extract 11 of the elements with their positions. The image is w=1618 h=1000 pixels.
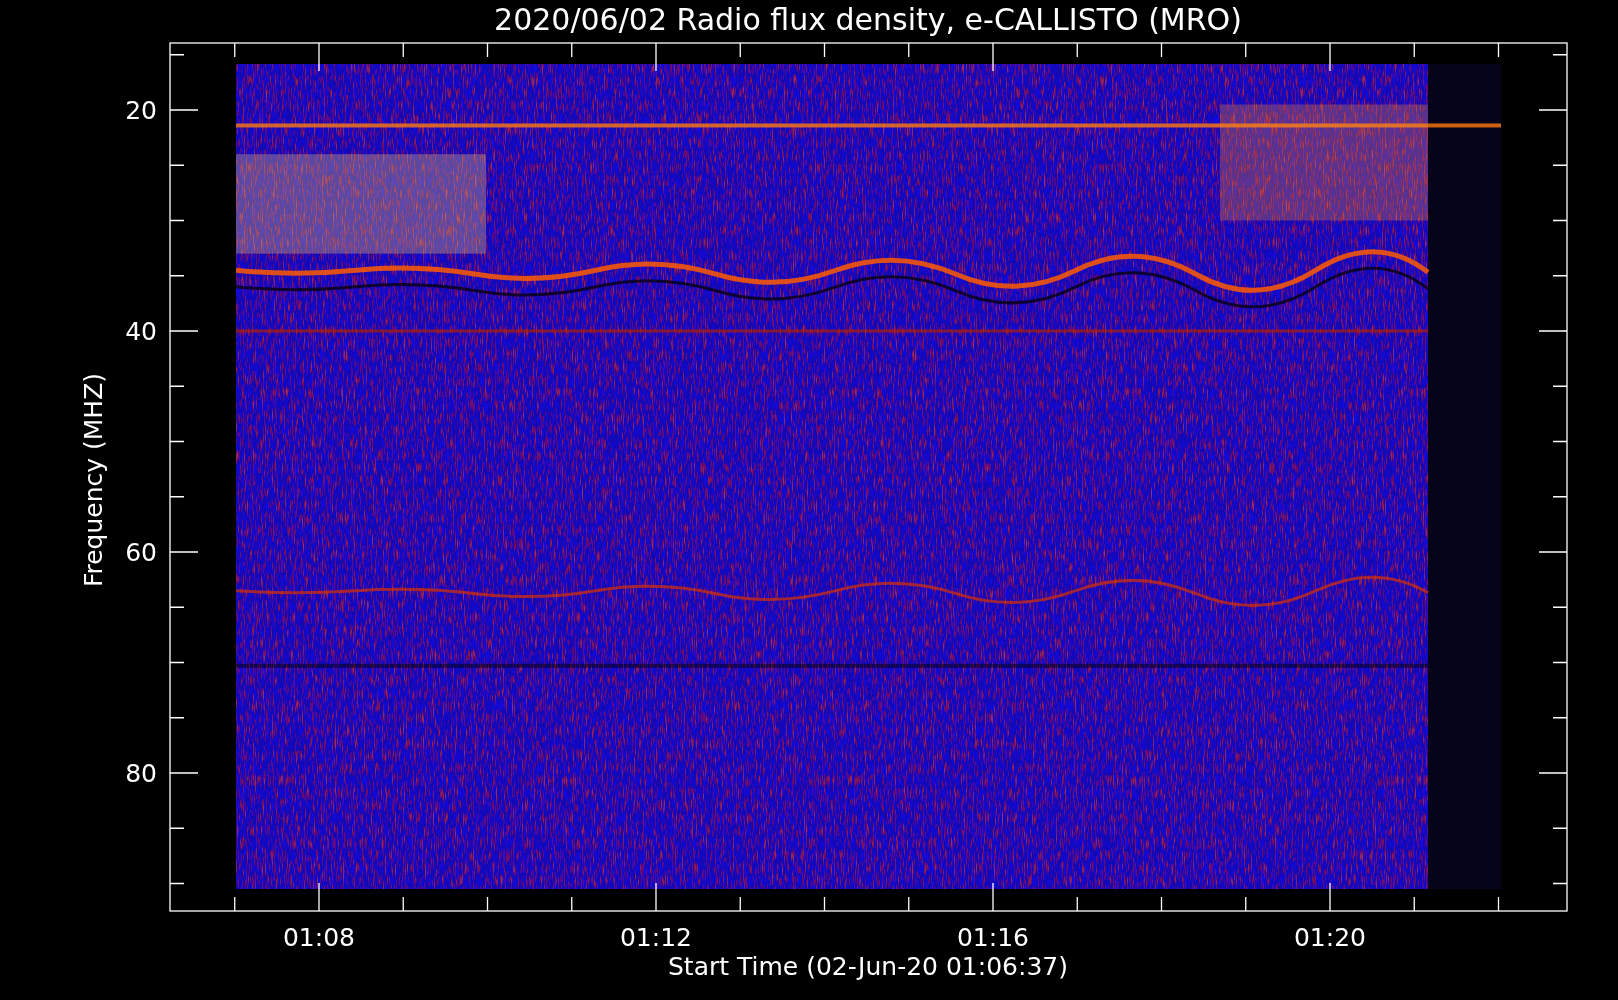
chart-title: 2020/06/02 Radio flux density, e-CALLISTO (MRO) [494,2,1242,37]
tick-label: 01:20 [1294,923,1366,952]
tick-label: 40 [125,317,157,346]
tick-label: 80 [125,759,157,788]
y-axis-label: Frequency (MHZ) [79,372,108,588]
tick-label: 01:16 [957,923,1029,952]
tick-label: 60 [125,538,157,567]
tick-label: 01:12 [620,923,692,952]
tick-label: 20 [125,96,157,125]
x-axis-label: Start Time (02-Jun-20 01:06:37) [668,952,1068,981]
tick-label: 01:08 [283,923,355,952]
